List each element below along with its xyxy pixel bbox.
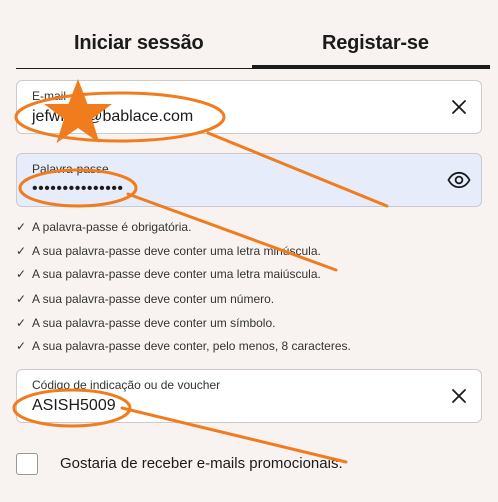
rule-uppercase: ✓ A sua palavra-passe deve conter uma let… bbox=[16, 267, 321, 281]
show-password-eye-icon[interactable] bbox=[447, 168, 471, 192]
email-field[interactable]: E-mail jefwi...3@bablace.com bbox=[16, 80, 482, 134]
rule-symbol: ✓ A sua palavra-passe deve conter um símb… bbox=[16, 316, 276, 330]
rule-lowercase: ✓ A sua palavra-passe deve conter uma let… bbox=[16, 244, 321, 258]
rule-required: ✓ A palavra-passe é obrigatória. bbox=[16, 220, 192, 234]
rule-min-length: ✓ A sua palavra-passe deve conter, pelo m… bbox=[16, 339, 351, 353]
password-field[interactable]: Palavra-passe ••••••••••••••• bbox=[16, 153, 482, 207]
tab-active-indicator bbox=[252, 65, 490, 68]
check-icon: ✓ bbox=[16, 220, 27, 234]
rule-number: ✓ A sua palavra-passe deve conter um núme… bbox=[16, 292, 275, 306]
promo-checkbox[interactable] bbox=[16, 453, 38, 475]
voucher-input[interactable]: ASISH5009 bbox=[32, 397, 116, 415]
tab-register[interactable]: Registar-se bbox=[322, 32, 429, 55]
check-icon: ✓ bbox=[16, 267, 27, 281]
clear-email-icon[interactable] bbox=[447, 95, 471, 119]
email-label: E-mail bbox=[32, 89, 67, 103]
clear-voucher-icon[interactable] bbox=[447, 384, 471, 408]
check-icon: ✓ bbox=[16, 339, 27, 353]
tab-login[interactable]: Iniciar sessão bbox=[74, 32, 204, 55]
tab-divider bbox=[16, 68, 490, 69]
check-icon: ✓ bbox=[16, 244, 27, 258]
email-input[interactable]: jefwi...3@bablace.com bbox=[32, 108, 193, 126]
voucher-field[interactable]: Código de indicação ou de voucher ASISH5… bbox=[16, 369, 482, 423]
check-icon: ✓ bbox=[16, 316, 27, 330]
promo-label[interactable]: Gostaria de receber e-mails promocionais… bbox=[60, 455, 343, 472]
voucher-label: Código de indicação ou de voucher bbox=[32, 378, 221, 392]
password-label: Palavra-passe bbox=[32, 162, 109, 176]
password-input[interactable]: ••••••••••••••• bbox=[32, 180, 124, 198]
auth-tabs: Iniciar sessão Registar-se bbox=[0, 0, 498, 70]
check-icon: ✓ bbox=[16, 292, 27, 306]
